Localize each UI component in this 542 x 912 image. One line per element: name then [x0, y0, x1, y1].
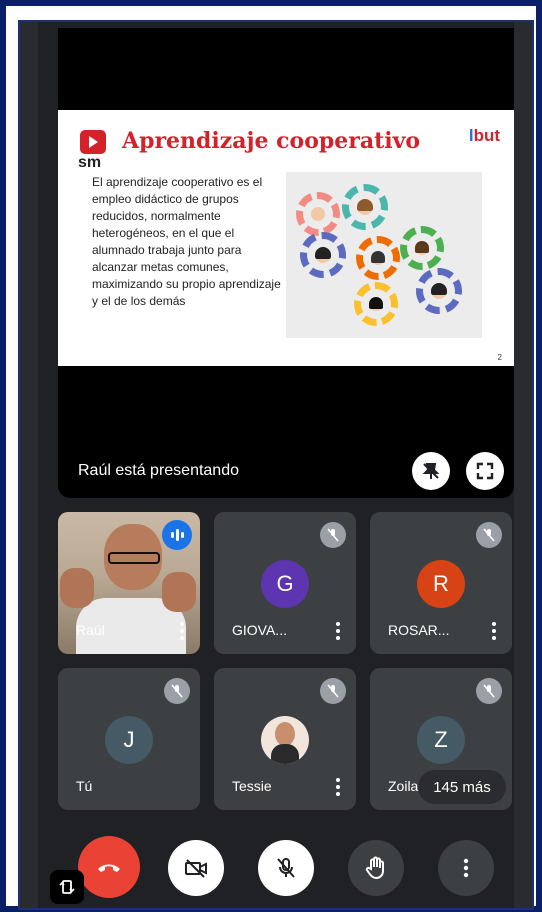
brand-logo: lbut — [469, 126, 500, 146]
brand-logo-but: but — [473, 126, 500, 145]
pin-off-button[interactable] — [412, 452, 450, 490]
gear-icon — [342, 184, 388, 230]
raise-hand-icon — [365, 856, 384, 880]
mic-off-icon — [320, 678, 346, 704]
gear-icon — [416, 268, 462, 314]
participant-avatar: Z — [417, 716, 465, 764]
sm-logo-text: sm — [78, 154, 102, 171]
raise-hand-button[interactable] — [348, 840, 404, 896]
participant-tile-giova[interactable]: G GIOVA... — [214, 512, 356, 654]
participant-name: GIOVA... — [232, 622, 287, 638]
gear-icon — [300, 232, 346, 278]
participant-name: Raúl — [76, 622, 105, 638]
mic-off-icon — [277, 858, 295, 878]
gear-icon — [356, 236, 400, 280]
mic-toggle-button[interactable] — [258, 840, 314, 896]
sm-logo-icon — [80, 130, 106, 154]
camera-off-icon — [185, 859, 207, 878]
slide-page-number: 2 — [497, 353, 502, 362]
more-options-button[interactable] — [336, 778, 340, 796]
rotate-icon — [59, 880, 75, 894]
fullscreen-icon — [476, 462, 494, 480]
participant-tile-rosar[interactable]: R ROSAR... — [370, 512, 512, 654]
mic-off-icon — [320, 522, 346, 548]
more-options-button[interactable] — [492, 622, 496, 640]
screenshot-frame: sm Aprendizaje cooperativo lbut El apren… — [0, 0, 542, 912]
gear-icon — [354, 282, 398, 326]
end-call-icon — [98, 864, 120, 872]
participant-tile-self[interactable]: J Tú — [58, 668, 200, 810]
participant-name: ROSAR... — [388, 622, 450, 638]
shared-slide: sm Aprendizaje cooperativo lbut El apren… — [58, 110, 514, 366]
gear-icon — [400, 226, 444, 270]
more-options-button[interactable] — [336, 622, 340, 640]
mic-off-icon — [476, 678, 502, 704]
participant-avatar-photo — [261, 716, 309, 764]
phone-edge-right — [514, 22, 532, 908]
gears-illustration — [286, 172, 482, 338]
presenting-label: Raúl está presentando — [78, 462, 239, 479]
more-options-button[interactable] — [180, 622, 184, 640]
mic-off-icon — [164, 678, 190, 704]
participant-avatar: R — [417, 560, 465, 608]
more-vert-icon — [463, 858, 469, 878]
more-options-button[interactable] — [438, 840, 494, 896]
gear-icon — [296, 192, 340, 236]
camera-toggle-button[interactable] — [168, 840, 224, 896]
slide-paragraph: El aprendizaje cooperativo es el empleo … — [92, 175, 281, 308]
speaking-indicator-icon — [162, 520, 192, 550]
rotate-screen-button[interactable] — [50, 870, 84, 904]
fullscreen-button[interactable] — [466, 452, 504, 490]
participant-name: Tú — [76, 778, 93, 794]
participant-name: Zoila — [388, 778, 419, 794]
more-participants-badge[interactable]: 145 más — [418, 770, 506, 804]
pin-off-icon — [422, 463, 440, 479]
participant-name: Tessie — [232, 778, 272, 794]
participant-avatar: J — [105, 716, 153, 764]
phone-edge-left — [20, 22, 38, 908]
participant-tile-raul[interactable]: Raúl — [58, 512, 200, 654]
mic-off-icon — [476, 522, 502, 548]
participant-tile-tessie[interactable]: Tessie — [214, 668, 356, 810]
end-call-button[interactable] — [78, 836, 140, 898]
participant-avatar: G — [261, 560, 309, 608]
meet-screen: sm Aprendizaje cooperativo lbut El apren… — [18, 20, 534, 910]
slide-title: Aprendizaje cooperativo — [122, 128, 421, 154]
